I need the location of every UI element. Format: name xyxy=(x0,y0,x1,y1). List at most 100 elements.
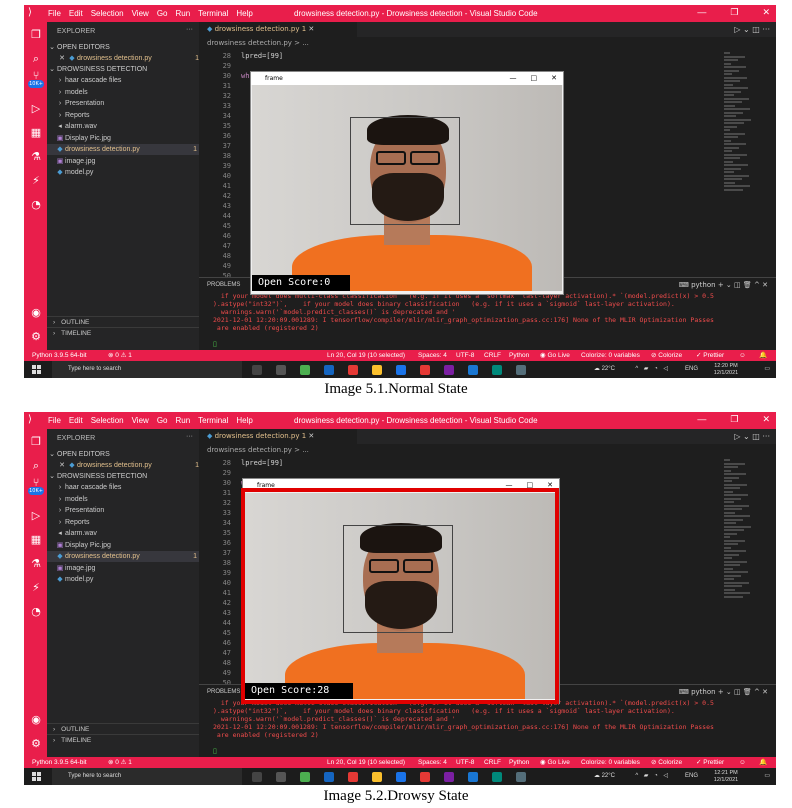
line-ending[interactable]: CRLF xyxy=(484,757,501,768)
chevron-down-icon[interactable]: ⌄ xyxy=(726,688,732,696)
timeline-section[interactable]: › TIMELINE xyxy=(47,327,199,339)
file-tree-item[interactable]: › Presentation xyxy=(47,505,207,516)
more-actions-icon[interactable]: ··· xyxy=(186,26,193,33)
file-tree-item[interactable]: › models xyxy=(47,87,207,98)
add-terminal-icon[interactable]: + xyxy=(718,281,724,289)
python-interpreter[interactable]: Python 3.9.5 64-bit xyxy=(32,757,87,768)
close-panel-icon[interactable]: ✕ xyxy=(762,281,768,289)
file-tree-item[interactable]: ◂ alarm.wav xyxy=(47,528,207,539)
minimize-icon[interactable]: — xyxy=(697,414,706,424)
file-tree-item[interactable]: ◆ drowsiness detection.py 1 xyxy=(47,551,207,562)
run-debug-icon[interactable]: ▷ xyxy=(29,102,43,116)
more-actions-icon[interactable]: ··· xyxy=(186,433,193,440)
split-editor-icon[interactable]: ◫ xyxy=(752,25,760,34)
colorize-variables[interactable]: Colorize: 0 variables xyxy=(581,350,640,361)
files-icon[interactable]: ❐ xyxy=(29,28,43,42)
file-tree-item[interactable]: ▣ Display Pic.jpg xyxy=(47,133,207,144)
remote-icon[interactable]: ⚡ xyxy=(29,174,43,188)
notifications-bell-icon[interactable]: 🔔 xyxy=(759,757,767,768)
menu-item-run[interactable]: Run xyxy=(175,9,190,18)
menu-item-terminal[interactable]: Terminal xyxy=(198,416,228,425)
taskbar-app-icon[interactable] xyxy=(492,772,502,782)
split-editor-icon[interactable]: ◫ xyxy=(752,432,760,441)
minimap[interactable] xyxy=(724,52,754,202)
file-tree-item[interactable]: ▣ Display Pic.jpg xyxy=(47,540,207,551)
taskbar-app-icon[interactable] xyxy=(420,365,430,375)
source-control-icon[interactable]: ⑂ xyxy=(29,69,43,83)
colorize-variables[interactable]: Colorize: 0 variables xyxy=(581,757,640,768)
taskbar-app-icon[interactable] xyxy=(252,365,262,375)
language-mode[interactable]: Python xyxy=(509,350,529,361)
tray-icons[interactable]: ^ ▰ ◔ ◁ xyxy=(635,361,670,378)
taskbar-app-icon[interactable] xyxy=(252,772,262,782)
chevron-down-icon[interactable]: ⌄ xyxy=(726,281,732,289)
taskbar-app-icon[interactable] xyxy=(300,365,310,375)
file-tree-item[interactable]: ◆ model.py xyxy=(47,167,207,178)
frame-minimize-icon[interactable]: — xyxy=(510,74,517,82)
windows-start-icon[interactable] xyxy=(32,365,41,374)
clock[interactable]: 12:20 PM 12/1/2021 xyxy=(704,363,748,376)
file-tree-item[interactable]: ▣ image.jpg xyxy=(47,563,207,574)
language-mode[interactable]: Python xyxy=(509,757,529,768)
go-live-button[interactable]: ◉ Go Live xyxy=(540,350,570,361)
notification-center-icon[interactable]: ▭ xyxy=(764,361,770,378)
accounts-icon[interactable]: ◉ xyxy=(29,713,43,727)
add-terminal-icon[interactable]: + xyxy=(718,688,724,696)
run-icon[interactable]: ▷ xyxy=(734,25,740,34)
language-indicator[interactable]: ENG xyxy=(685,361,698,378)
file-tree-item[interactable]: ▣ image.jpg xyxy=(47,156,207,167)
terminal-shell-name[interactable]: python xyxy=(691,688,716,696)
frame-window[interactable]: frame — □ ✕ Open Score:0 xyxy=(250,71,564,295)
open-editors-section[interactable]: ⌄ OPEN EDITORS xyxy=(47,42,199,53)
file-tree-item[interactable]: › Presentation xyxy=(47,98,207,109)
frame-maximize-icon[interactable]: □ xyxy=(531,74,538,82)
problems-count[interactable]: ⊗ 0 ⚠ 1 xyxy=(108,350,132,361)
taskbar-app-icon[interactable] xyxy=(276,365,286,375)
taskbar-app-icon[interactable] xyxy=(444,772,454,782)
open-editors-section[interactable]: ⌄ OPEN EDITORS xyxy=(47,449,199,460)
taskbar-search[interactable]: Type here to search xyxy=(52,361,242,378)
tab-drowsiness-detection[interactable]: ◆ drowsiness detection.py 1 ✕ xyxy=(199,429,357,444)
chevron-up-icon[interactable]: ^ xyxy=(754,281,760,289)
prettier-button[interactable]: ✓ Prettier xyxy=(696,350,724,361)
close-panel-icon[interactable]: ✕ xyxy=(762,688,768,696)
search-icon[interactable]: ⌕ xyxy=(29,52,43,66)
file-tree-item[interactable]: ◆ drowsiness detection.py 1 xyxy=(47,144,207,155)
run-icon[interactable]: ▷ xyxy=(734,432,740,441)
cursor-position[interactable]: Ln 20, Col 19 (10 selected) xyxy=(327,350,405,361)
more-icon[interactable]: ··· xyxy=(762,432,770,441)
timeline-section[interactable]: › TIMELINE xyxy=(47,734,199,746)
terminal-shell-name[interactable]: python xyxy=(691,281,716,289)
taskbar-app-icon[interactable] xyxy=(396,365,406,375)
testing-icon[interactable]: ⚗ xyxy=(29,557,43,571)
file-tree-item[interactable]: ◂ alarm.wav xyxy=(47,121,207,132)
python-interpreter[interactable]: Python 3.9.5 64-bit xyxy=(32,350,87,361)
chevron-down-icon[interactable]: ⌄ xyxy=(743,432,750,441)
menu-item-go[interactable]: Go xyxy=(157,9,168,18)
menu-item-terminal[interactable]: Terminal xyxy=(198,9,228,18)
menu-item-edit[interactable]: Edit xyxy=(69,9,83,18)
taskbar-app-icon[interactable] xyxy=(516,772,526,782)
go-live-button[interactable]: ◉ Go Live xyxy=(540,757,570,768)
breadcrumb[interactable]: drowsiness detection.py > ... xyxy=(207,39,309,47)
colorize-button[interactable]: ⊘ Colorize xyxy=(651,350,682,361)
menu-item-selection[interactable]: Selection xyxy=(91,416,124,425)
remote-icon[interactable]: ⚡ xyxy=(29,581,43,595)
taskbar-search-placeholder[interactable]: Type here to search xyxy=(68,361,121,378)
weather[interactable]: ☁ 22°C xyxy=(594,768,615,785)
split-terminal-icon[interactable]: ◫ xyxy=(734,281,741,289)
extensions-icon[interactable]: ▦ xyxy=(29,126,43,140)
search-icon[interactable]: ⌕ xyxy=(29,459,43,473)
menu-item-help[interactable]: Help xyxy=(236,416,252,425)
menu-item-view[interactable]: View xyxy=(132,9,149,18)
trash-icon[interactable]: 🗑 xyxy=(743,688,752,696)
taskbar-app-icon[interactable] xyxy=(372,772,382,782)
indentation[interactable]: Spaces: 4 xyxy=(418,757,447,768)
taskbar-app-icon[interactable] xyxy=(348,772,358,782)
taskbar-app-icon[interactable] xyxy=(276,772,286,782)
cursor-position[interactable]: Ln 20, Col 19 (10 selected) xyxy=(327,757,405,768)
taskbar-app-icon[interactable] xyxy=(396,772,406,782)
maximize-icon[interactable]: ❐ xyxy=(730,414,738,424)
minimap[interactable] xyxy=(724,459,754,609)
encoding[interactable]: UTF-8 xyxy=(456,757,474,768)
